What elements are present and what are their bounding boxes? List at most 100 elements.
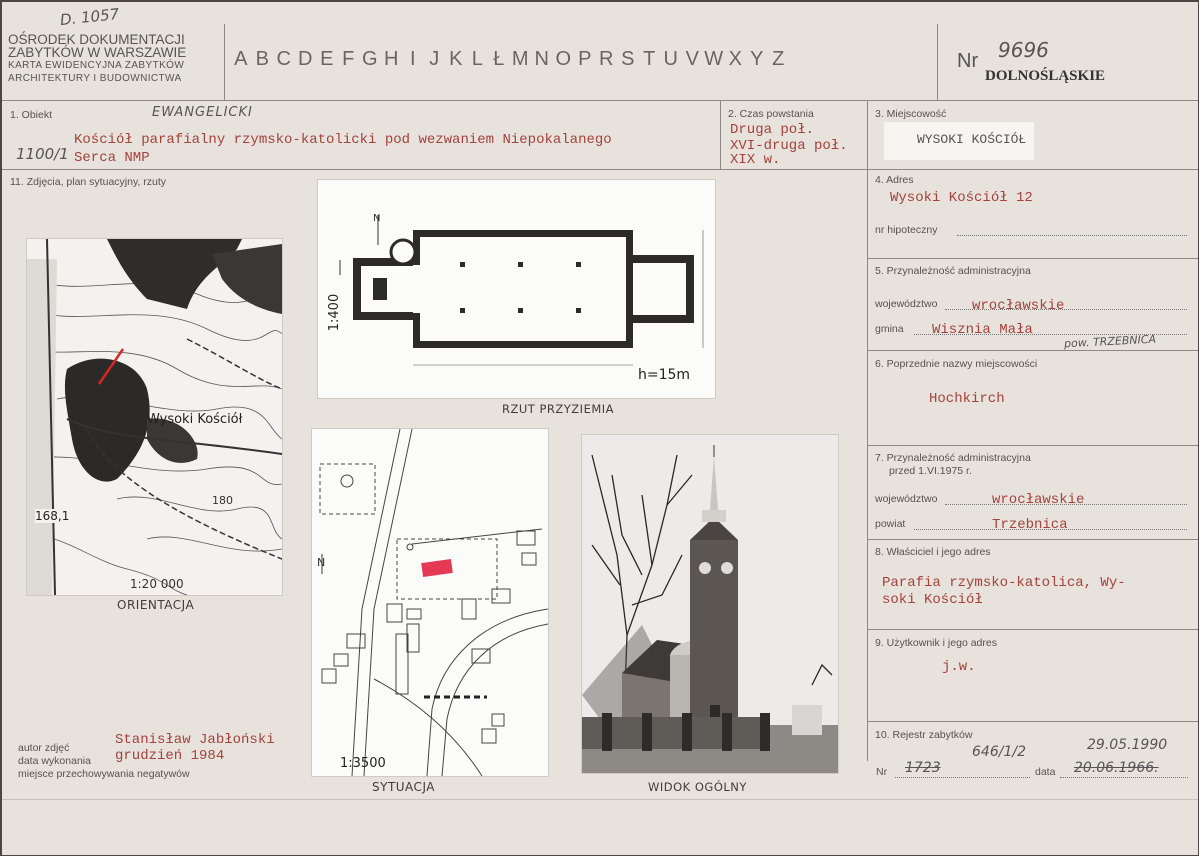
field8-label: 8. Właściciel i jego adres [875,546,991,558]
gmina-label: gmina [875,323,904,335]
alphabet-letter: T [643,48,656,70]
plan-height: h=15m [638,367,691,383]
field-rule [867,539,1198,540]
alphabet-letter: D [298,48,313,70]
storage-label: miejsce przechowywania negatywów [18,768,190,780]
church-photo-graphic [582,435,838,773]
alphabet-letter: Y [750,48,764,70]
register-date-label: data [1035,766,1056,778]
alphabet-letter: O [555,48,572,70]
field-rule [867,629,1198,630]
field-rule [867,258,1198,259]
fill-line [895,777,1030,778]
object-name: Kościół parafialny rzymsko-katolicki pod… [74,132,612,148]
voiv-value: wrocławskie [972,298,1065,314]
alphabet-letter: I [409,48,416,70]
field3-label: 3. Miejscowość [875,108,947,120]
mortgage-label: nr hipoteczny [875,224,938,236]
register-old-nr: 1723 [905,760,941,776]
alphabet-letter: J [429,48,440,70]
register-new-nr: 646/1/2 [972,744,1026,760]
date-line: Druga poł. [730,122,815,138]
alphabet-letter: Z [772,48,785,70]
card-number: 9696 [998,38,1049,62]
map-scale: 1:20 000 [130,577,184,591]
alphabet-letter: S [621,48,635,70]
date-line: XIX w. [730,152,781,168]
situation-plan-graphic [319,429,548,776]
alphabet-letter: W [704,48,724,70]
alphabet-letter: G [361,48,378,70]
situation-plan: N 1:3500 [312,429,548,776]
inventory-card: D. 1057 OŚRODEK DOKUMENTACJI ZABYTKÓW W … [2,2,1198,855]
field1-code: 1100/1 [16,145,69,163]
author-value: Stanisław Jabłoński [115,732,275,748]
office-line: KARTA EWIDENCYJNA ZABYTKÓW [8,60,185,71]
powiat-note: pow. TRZEBNICA [1063,332,1157,351]
voiv-value: wrocławskie [992,492,1085,508]
owner-line: Parafia rzymsko-katolica, Wy- [882,575,1126,591]
office-line: ARCHITEKTURY I BUDOWNICTWA [8,73,182,84]
field5-label: 5. Przynależność administracyjna [875,265,1031,277]
map-elevation: 168,1 [35,509,70,523]
general-view-photo [582,435,838,773]
plan-scale: 1:400 [327,293,343,332]
alphabet-letter: U [663,48,678,70]
register-old-date: 20.06.1966. [1074,760,1159,776]
bottom-rule [2,799,1198,800]
field-rule [2,169,1198,170]
fill-line [1060,777,1188,778]
field11-label: 11. Zdjęcia, plan sytuacyjny, rzuty [10,176,167,188]
map-place-label: Wysoki Kościół [147,412,243,427]
right-column-divider [867,101,868,761]
field6-label: 6. Poprzednie nazwy miejscowości [875,358,1038,370]
date-label: data wykonania [18,755,91,767]
owner-line: soki Kościół [882,592,983,608]
voiv-label: województwo [875,493,938,505]
alphabet-letter: P [578,48,592,70]
field-divider [720,101,721,169]
field1-label: 1. Obiekt [10,109,53,121]
map-contour-label: 180 [212,494,233,507]
register-new-date: 29.05.1990 [1087,737,1168,753]
locality-value: WYSOKI KOŚCIÓŁ [917,132,1027,147]
alphabet-letter: B [255,48,269,70]
floorplan-caption: RZUT PRZYZIEMIA [502,402,615,416]
voivodeship-title: DOLNOŚLĄSKIE [985,68,1106,84]
former-name: Hochkirch [929,391,1005,407]
header-divider [937,24,938,100]
voiv-label: województwo [875,298,938,310]
orientation-map: Wysoki Kościół 168,1 180 1:20 000 [27,239,282,595]
field1-handwritten: EWANGELICKI [152,105,253,120]
floor-plan: N 1:400 h=15m [318,180,715,398]
author-label: autor zdjęć [18,742,70,754]
field10-label: 10. Rejestr zabytków [875,729,973,741]
office-line: ZABYTKÓW W WARSZAWIE [8,45,187,60]
gmina-value: Wisznia Mała [932,322,1033,338]
register-nr-label: Nr [876,766,888,778]
alphabet-letter: L [471,48,483,70]
date-value: grudzień 1984 [115,748,225,764]
alphabet-letter: C [276,48,291,70]
field7-sublabel: przed 1.VI.1975 r. [889,465,972,477]
alphabet-letter: N [534,48,549,70]
orientation-caption: ORIENTACJA [117,598,195,612]
nr-label: Nr [957,50,979,72]
field9-label: 9. Użytkownik i jego adres [875,637,997,649]
powiat-label: powiat [875,518,906,530]
field-rule [867,445,1198,446]
object-name-cont: Serca NMP [74,150,150,166]
alphabet-letter: K [449,48,463,70]
alphabet-letter: H [384,48,399,70]
header-rule [2,100,1198,101]
situation-caption: SYTUACJA [372,780,435,794]
alphabet-letter: A [234,48,248,70]
office-block: OŚRODEK DOKUMENTACJI ZABYTKÓW W WARSZAWI… [8,33,186,85]
archive-ref: D. 1057 [59,4,121,30]
alphabet-letter: E [320,48,334,70]
alphabet-letter: X [728,48,742,70]
situation-scale: 1:3500 [340,756,386,771]
alphabet-letter: R [599,48,614,70]
alphabet-letter: M [511,48,529,70]
address-value: Wysoki Kościół 12 [890,190,1033,206]
